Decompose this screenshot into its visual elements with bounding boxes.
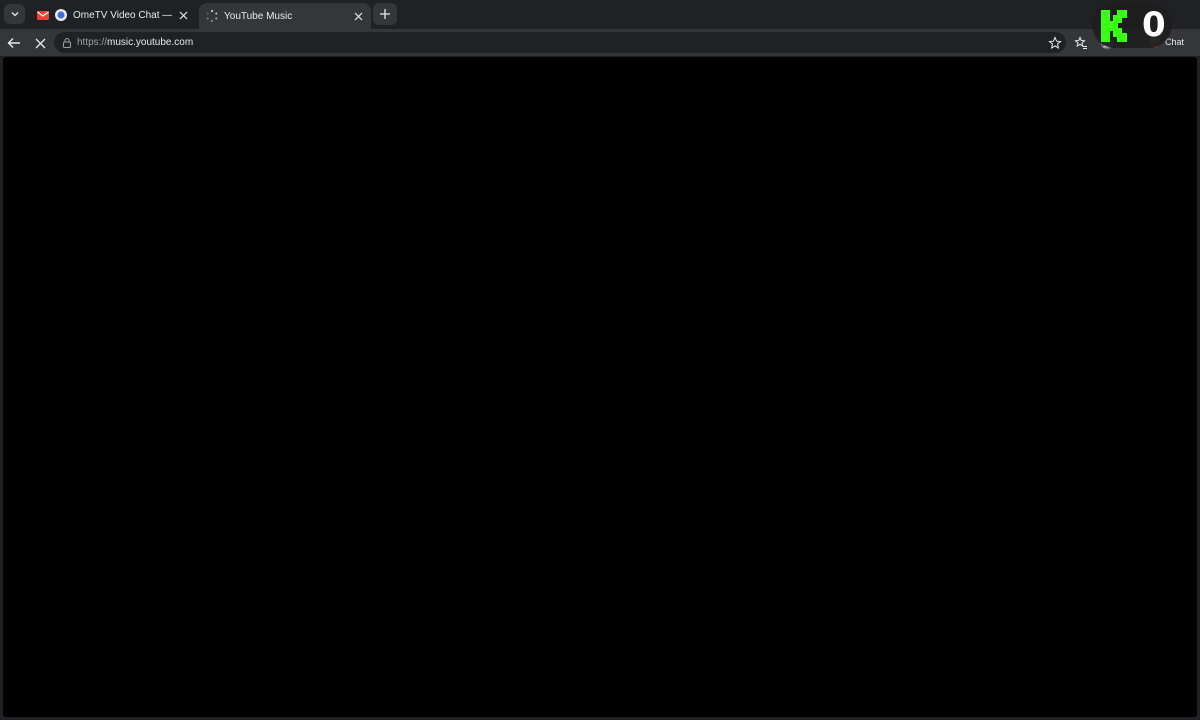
star-list-icon	[1074, 36, 1087, 49]
close-icon[interactable]	[351, 9, 365, 23]
toolbar: https://music.youtube.com	[0, 29, 1200, 56]
chat-label: Chat	[1165, 37, 1185, 47]
close-icon	[35, 38, 45, 48]
loading-spinner-icon	[206, 10, 218, 22]
page-content[interactable]	[3, 57, 1197, 717]
url-text: https://music.youtube.com	[77, 37, 193, 48]
tab-title: YouTube Music	[224, 10, 293, 22]
k-logo-icon	[1101, 10, 1127, 42]
tab-youtube-music[interactable]: YouTube Music	[199, 3, 371, 29]
plus-icon	[380, 9, 390, 19]
overlay-badge: 0	[1092, 2, 1172, 48]
ometv-favicon-icon	[55, 9, 67, 21]
address-bar[interactable]: https://music.youtube.com	[54, 32, 1066, 53]
site-info-icon[interactable]	[61, 37, 73, 49]
tab-title: OmeTV Video Chat — Omegle	[73, 9, 172, 21]
chevron-down-icon	[11, 12, 18, 17]
arrow-left-icon	[7, 38, 20, 48]
url-host: music.youtube.com	[107, 37, 194, 48]
mail-icon	[37, 11, 49, 20]
overlay-digit: 0	[1142, 5, 1166, 45]
tab-ometv[interactable]: OmeTV Video Chat — Omegle	[30, 3, 196, 27]
url-scheme: https://	[77, 37, 108, 48]
reading-list-button[interactable]	[1071, 33, 1091, 53]
new-tab-button[interactable]	[373, 3, 397, 25]
tab-search-button[interactable]	[4, 4, 25, 24]
bookmark-star-icon[interactable]	[1048, 36, 1062, 50]
tab-strip: OmeTV Video Chat — Omegle YouTube Music	[0, 0, 1200, 29]
back-button[interactable]	[4, 33, 24, 53]
close-icon[interactable]	[176, 8, 190, 22]
stop-loading-button[interactable]	[30, 33, 50, 53]
